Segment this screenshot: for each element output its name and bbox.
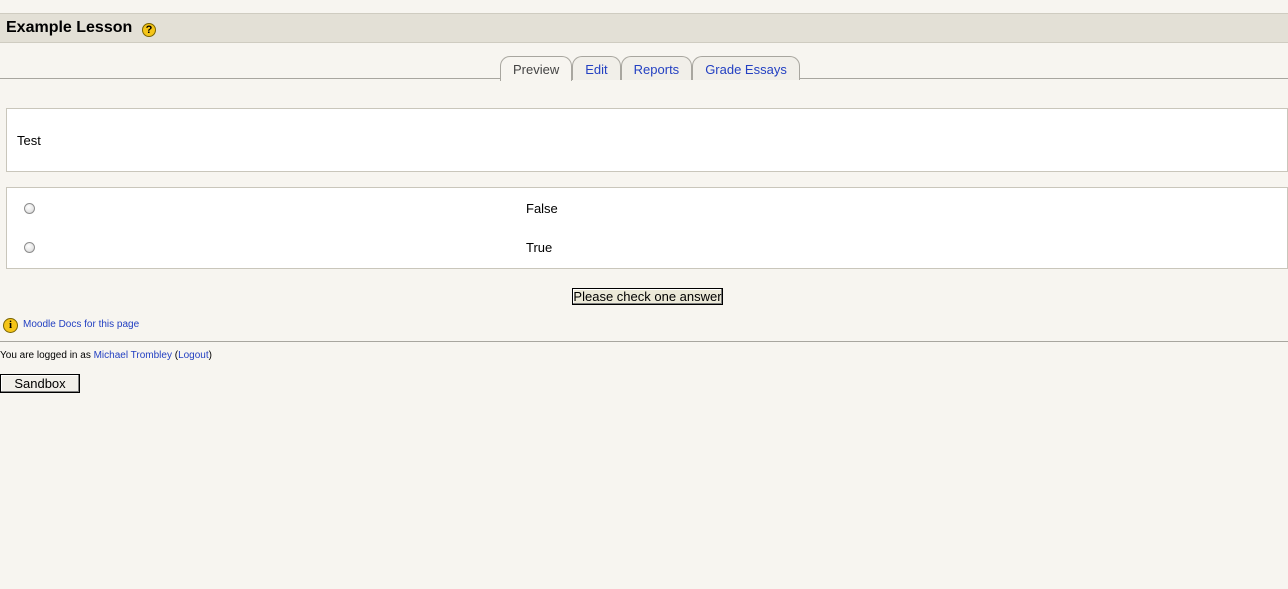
user-profile-link[interactable]: Michael Trombley (94, 350, 172, 361)
answer-radio-false[interactable] (24, 203, 35, 214)
tab-preview[interactable]: Preview (500, 56, 573, 81)
tab-grade-essays[interactable]: Grade Essays (692, 56, 800, 80)
answer-label-false: False (526, 201, 558, 216)
question-mark-icon[interactable]: ? (142, 23, 156, 37)
page-title: Example Lesson (6, 19, 133, 36)
logout-link[interactable]: Logout (178, 350, 209, 361)
sandbox-home-button[interactable]: Sandbox (0, 374, 80, 393)
logged-in-prefix: You are logged in as (0, 350, 94, 361)
login-info: You are logged in as Michael Trombley (L… (0, 350, 212, 361)
tab-bar: Preview Edit Reports Grade Essays (500, 56, 800, 81)
check-answer-button[interactable]: Please check one answer (572, 288, 723, 305)
moodle-docs-link[interactable]: Moodle Docs for this page (23, 319, 139, 330)
answer-radio-true[interactable] (24, 242, 35, 253)
tab-edit[interactable]: Edit (572, 56, 621, 80)
question-box: Test (6, 108, 1288, 172)
header-bar: Example Lesson ? (0, 13, 1288, 43)
close-paren: ) (208, 350, 212, 361)
tab-reports[interactable]: Reports (620, 56, 693, 80)
answer-label-true: True (526, 240, 553, 255)
answers-box: False True (6, 187, 1288, 269)
info-icon: i (3, 318, 18, 333)
question-text: Test (17, 133, 41, 148)
footer-divider (0, 341, 1288, 342)
